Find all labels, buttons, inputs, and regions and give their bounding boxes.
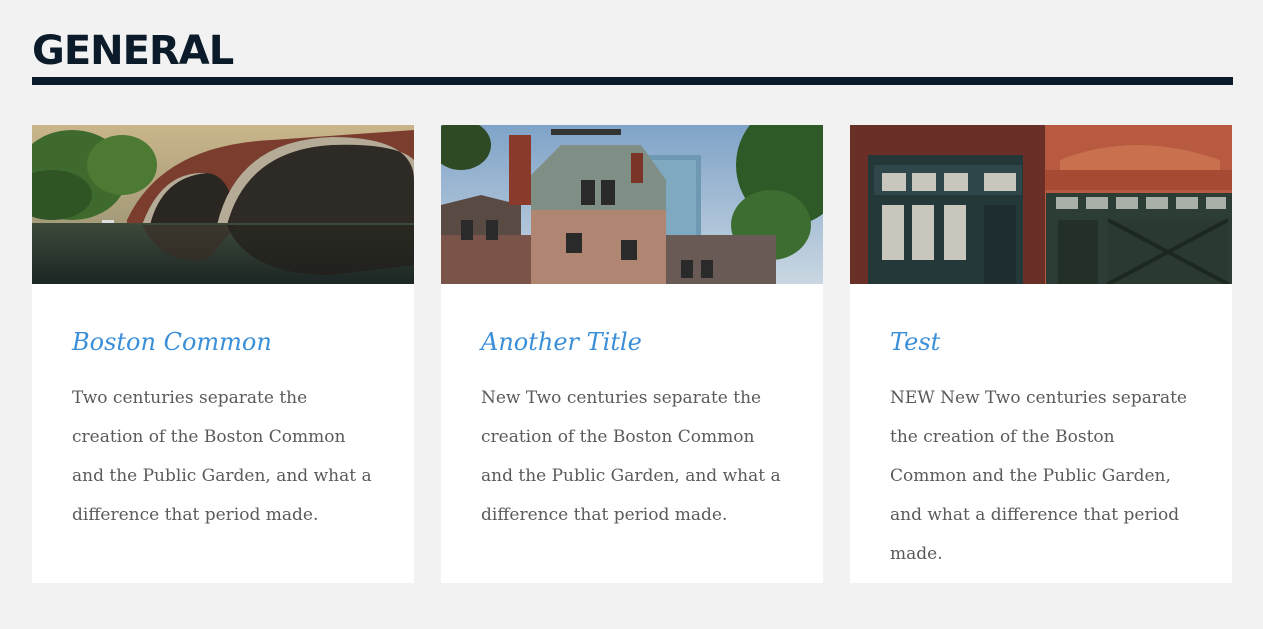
buildings-photo [441, 125, 823, 284]
card-body: Test NEW New Two centuries separate the … [850, 284, 1232, 574]
card-grid: Boston Common Two centuries separate the… [32, 125, 1232, 583]
card-description: Two centuries separate the creation of t… [72, 388, 372, 525]
card-body: Another Title New Two centuries separate… [441, 284, 823, 535]
card-body: Boston Common Two centuries separate the… [32, 284, 414, 535]
section-header: GENERAL [32, 28, 1233, 85]
bridge-photo [32, 125, 414, 284]
card-image[interactable] [441, 125, 823, 284]
card-title[interactable]: Boston Common [72, 326, 374, 358]
card[interactable]: Boston Common Two centuries separate the… [32, 125, 414, 583]
card-description: New Two centuries separate the creation … [481, 388, 781, 525]
card-title[interactable]: Test [890, 326, 1192, 358]
section-divider [32, 77, 1233, 85]
card[interactable]: Another Title New Two centuries separate… [441, 125, 823, 583]
card-description: NEW New Two centuries separate the creat… [890, 388, 1187, 564]
card[interactable]: Test NEW New Two centuries separate the … [850, 125, 1232, 583]
storefront-photo [850, 125, 1232, 284]
section-title: GENERAL [32, 28, 234, 74]
card-title[interactable]: Another Title [481, 326, 783, 358]
card-image[interactable] [850, 125, 1232, 284]
card-image[interactable] [32, 125, 414, 284]
